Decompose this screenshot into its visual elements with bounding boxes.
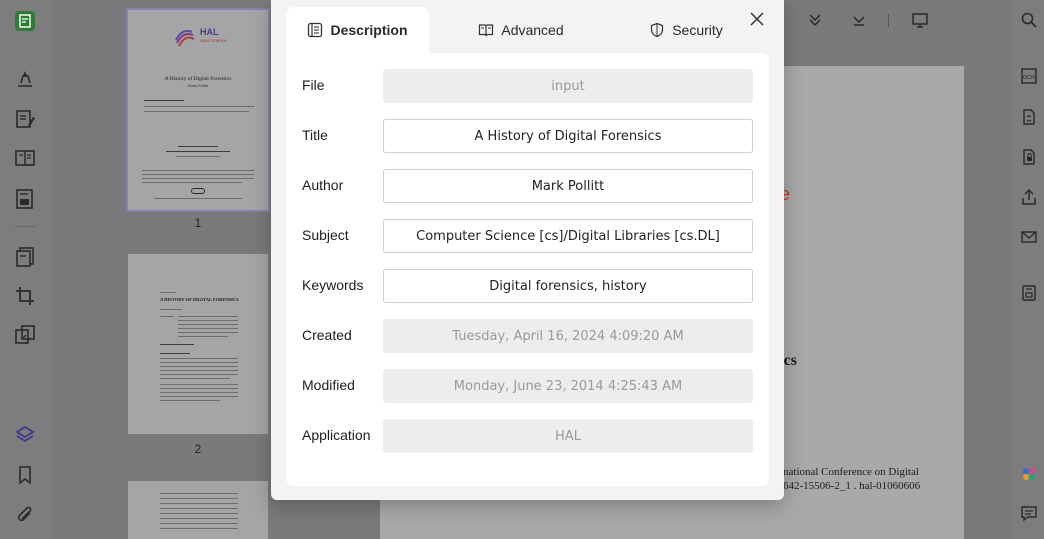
- comment-icon[interactable]: [1019, 503, 1039, 523]
- organize-pages-icon[interactable]: [12, 244, 38, 270]
- close-icon: [750, 12, 764, 26]
- modified-field: Monday, June 23, 2014 4:25:43 AM: [383, 369, 753, 403]
- thumb-heading: A HISTORY OF DIGITAL FORENSICS: [160, 297, 239, 302]
- double-chevron-down-icon[interactable]: [805, 10, 825, 30]
- tab-advanced[interactable]: Advanced: [451, 7, 591, 53]
- author-label: Author: [302, 177, 344, 193]
- share-icon[interactable]: [1019, 187, 1039, 207]
- open-book-icon: [479, 24, 494, 37]
- subject-input[interactable]: Computer Science [cs]/Digital Libraries …: [383, 219, 753, 253]
- app-menu-icon[interactable]: [12, 8, 38, 34]
- save-icon[interactable]: [1019, 283, 1039, 303]
- bookmark-icon[interactable]: [12, 462, 38, 488]
- email-icon[interactable]: [1019, 227, 1039, 247]
- thumb-page-number: 1: [194, 216, 202, 230]
- right-tool-rail: OCR: [1012, 0, 1044, 539]
- shield-icon: [651, 22, 664, 38]
- page-thumbnail[interactable]: A HISTORY OF DIGITAL FORENSICS: [128, 254, 268, 434]
- document-properties-dialog: Description Advanced Security File input…: [271, 0, 784, 500]
- tab-security-label: Security: [672, 22, 723, 38]
- search-icon[interactable]: [1019, 10, 1039, 30]
- convert-icon[interactable]: [1019, 107, 1039, 127]
- highlight-tool-icon[interactable]: [12, 66, 38, 92]
- thumb-title: A History of Digital Forensics: [164, 76, 232, 82]
- tab-description-label: Description: [330, 22, 408, 38]
- thumb-page-number: 2: [194, 442, 202, 456]
- file-label: File: [302, 77, 325, 93]
- chevron-down-to-end-icon[interactable]: [849, 10, 869, 30]
- doc-reference-line: national Conference on Digital: [783, 466, 919, 478]
- compare-tool-icon[interactable]: [12, 322, 38, 348]
- thumb-author: Mark Pollitt: [188, 83, 208, 88]
- created-label: Created: [302, 327, 352, 343]
- modified-label: Modified: [302, 377, 355, 393]
- left-tool-rail: [0, 0, 50, 539]
- application-field: HAL: [383, 419, 753, 453]
- reader-mode-icon[interactable]: [12, 145, 38, 171]
- ai-assistant-icon[interactable]: [1019, 464, 1039, 484]
- page-thumbnail[interactable]: [128, 481, 268, 539]
- layers-icon[interactable]: [12, 422, 38, 448]
- tab-security[interactable]: Security: [611, 7, 761, 53]
- hal-logo-subtext: open science: [200, 38, 227, 43]
- form-tool-icon[interactable]: [12, 186, 38, 212]
- application-label: Application: [302, 427, 371, 443]
- tab-description[interactable]: Description: [286, 7, 429, 53]
- tab-advanced-label: Advanced: [501, 22, 564, 38]
- hal-logo-icon: [175, 30, 195, 47]
- properties-tab-bar: Description Advanced Security: [286, 7, 769, 53]
- title-input[interactable]: A History of Digital Forensics: [383, 119, 753, 153]
- attachment-icon[interactable]: [12, 502, 38, 528]
- presentation-icon[interactable]: [910, 10, 930, 30]
- author-input[interactable]: Mark Pollitt: [383, 169, 753, 203]
- keywords-label: Keywords: [302, 277, 364, 293]
- svg-text:OCR: OCR: [1023, 75, 1035, 81]
- description-panel: File input Title A History of Digital Fo…: [286, 53, 769, 486]
- created-field: Tuesday, April 16, 2024 4:09:20 AM: [383, 319, 753, 353]
- file-field: input: [383, 69, 753, 103]
- edit-text-icon[interactable]: [12, 106, 38, 132]
- page-thumbnail[interactable]: HAL open science A History of Digital Fo…: [126, 8, 270, 212]
- crop-tool-icon[interactable]: [12, 283, 38, 309]
- protect-document-icon[interactable]: [1019, 147, 1039, 167]
- subject-label: Subject: [302, 227, 349, 243]
- keywords-input[interactable]: Digital forensics, history: [383, 269, 753, 303]
- doc-reference-line: 642-15506-2_1 . hal-01060606: [783, 480, 921, 492]
- ocr-icon[interactable]: OCR: [1019, 66, 1039, 86]
- close-dialog-button[interactable]: [747, 9, 767, 29]
- document-lines-icon: [308, 22, 323, 38]
- hal-logo-text: HAL: [200, 27, 219, 37]
- title-label: Title: [302, 127, 328, 143]
